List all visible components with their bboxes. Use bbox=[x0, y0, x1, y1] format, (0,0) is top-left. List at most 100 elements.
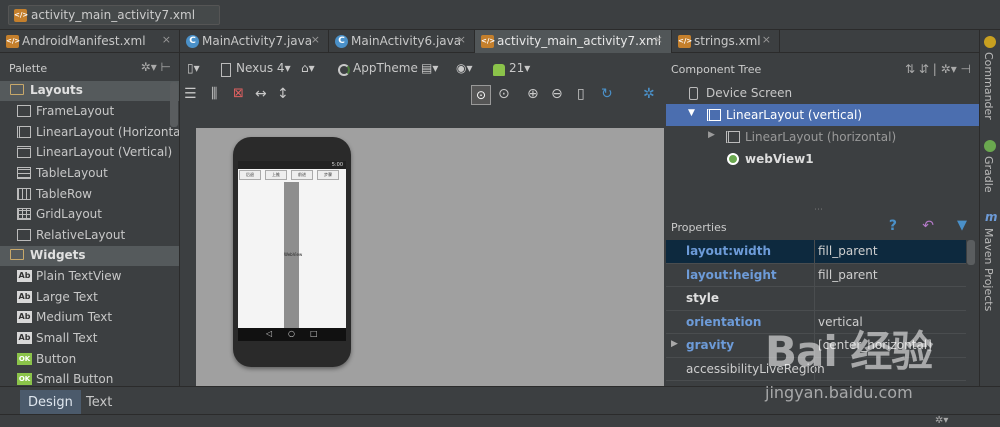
property-key: style bbox=[686, 291, 719, 305]
tab-design[interactable]: Design bbox=[20, 390, 81, 414]
close-icon[interactable]: × bbox=[762, 33, 771, 46]
palette-item[interactable]: FrameLayout bbox=[0, 101, 179, 122]
android-icon bbox=[493, 64, 505, 76]
watermark-url: jingyan.baidu.com bbox=[765, 383, 913, 402]
palette-item[interactable]: Ab Plain TextView bbox=[0, 266, 179, 287]
linearlayout-horizontal-preview[interactable]: 后退 上推 前进 步骤 bbox=[239, 170, 345, 181]
palette-item[interactable]: RelativeLayout bbox=[0, 225, 179, 246]
tab-mainactivity6[interactable]: C MainActivity6.java × bbox=[329, 30, 475, 53]
linearlayout-vertical-icon bbox=[17, 146, 31, 159]
preview-button[interactable]: 上推 bbox=[265, 170, 287, 180]
close-icon[interactable]: × bbox=[311, 33, 320, 46]
linearlayout-icon bbox=[707, 109, 721, 121]
property-row[interactable]: style bbox=[666, 287, 966, 311]
clear-icon[interactable]: ⊠ bbox=[233, 86, 244, 101]
palette-item[interactable]: LinearLayout (Horizontal) bbox=[0, 122, 179, 143]
tab-text[interactable]: Text bbox=[78, 390, 120, 414]
palette-group-layouts[interactable]: Layouts bbox=[0, 81, 179, 101]
gradle-tool-button[interactable]: Gradle bbox=[982, 156, 995, 193]
expand-icon[interactable]: ▶ bbox=[708, 130, 715, 140]
close-icon[interactable]: × bbox=[654, 33, 663, 46]
tree-row-webview[interactable]: webView1 bbox=[666, 148, 979, 170]
columns-icon[interactable]: ⫼ bbox=[211, 86, 217, 102]
help-icon[interactable]: ? bbox=[889, 218, 897, 234]
tree-row-linearlayout-vertical[interactable]: ▼ LinearLayout (vertical) bbox=[666, 104, 979, 126]
tree-label: LinearLayout (vertical) bbox=[726, 108, 863, 122]
editor-tab-bar: </> AndroidManifest.xml × C MainActivity… bbox=[0, 30, 980, 53]
palette-item[interactable]: LinearLayout (Vertical) bbox=[0, 142, 179, 163]
tab-strings[interactable]: </> strings.xml × bbox=[672, 30, 780, 53]
properties-header: Properties ? ↶ ▼ bbox=[666, 215, 979, 240]
palette-item[interactable]: GridLayout bbox=[0, 204, 179, 225]
canvas-toolbar-secondary: ☰ ⫼ ⊠ ↔ ↕ ⊙ ⊙ ⊕ ⊖ ▯ ↻ ✲ bbox=[181, 85, 665, 107]
fit-height-icon[interactable]: ↕ bbox=[277, 86, 289, 102]
zoom-out-icon[interactable]: ⊖ bbox=[551, 86, 563, 102]
new-file-icon[interactable]: ▯▾ bbox=[187, 61, 200, 75]
tree-row-linearlayout-horizontal[interactable]: ▶ LinearLayout (horizontal) bbox=[666, 126, 979, 148]
tree-label: LinearLayout (horizontal) bbox=[745, 130, 897, 144]
zoom-actual-icon[interactable]: ⊙ bbox=[498, 86, 510, 102]
expand-icon[interactable]: ▶ bbox=[671, 339, 678, 349]
splitter-handle[interactable]: ⋯ bbox=[814, 205, 823, 215]
gear-icon[interactable]: ✲▾ bbox=[141, 60, 157, 74]
palette-item[interactable]: Ab Large Text bbox=[0, 287, 179, 308]
palette-item[interactable]: OK Small Button bbox=[0, 369, 179, 386]
property-key: layout:width bbox=[686, 244, 772, 258]
palette-item[interactable]: Ab Small Text bbox=[0, 328, 179, 349]
refresh-icon[interactable]: ↻ bbox=[601, 86, 613, 102]
tab-mainactivity7[interactable]: C MainActivity7.java × bbox=[180, 30, 329, 53]
menu-icon[interactable]: ☰ bbox=[184, 86, 197, 102]
item-label: Button bbox=[36, 351, 77, 366]
commander-tool-button[interactable]: Commander bbox=[982, 52, 995, 120]
theme-dropdown[interactable]: AppTheme bbox=[353, 61, 418, 75]
filter-icon[interactable]: ▼ bbox=[957, 218, 967, 233]
preview-button[interactable]: 后退 bbox=[239, 170, 261, 180]
palette-item[interactable]: Ab Medium Text bbox=[0, 307, 179, 328]
palette-item[interactable]: TableLayout bbox=[0, 163, 179, 184]
expand-icon[interactable]: ▼ bbox=[688, 108, 695, 118]
undo-icon[interactable]: ↶ bbox=[922, 218, 934, 234]
fit-width-icon[interactable]: ↔ bbox=[255, 86, 267, 102]
item-label: FrameLayout bbox=[36, 104, 115, 118]
close-icon[interactable]: × bbox=[457, 33, 466, 46]
device-dropdown[interactable]: Nexus 4▾ bbox=[236, 61, 291, 75]
palette-group-widgets[interactable]: Widgets bbox=[0, 245, 179, 266]
property-row[interactable]: layout:height fill_parent bbox=[666, 263, 966, 287]
locale-icon[interactable]: ◉▾ bbox=[456, 61, 473, 75]
property-key: gravity bbox=[686, 338, 735, 352]
property-value[interactable]: fill_parent bbox=[818, 244, 878, 258]
tab-label: activity_main_activity7.xml bbox=[497, 34, 662, 48]
tab-label: AndroidManifest.xml bbox=[22, 34, 146, 48]
screenshot-icon[interactable]: ▯ bbox=[577, 86, 585, 102]
tab-label: strings.xml bbox=[694, 34, 761, 48]
zoom-fit-icon[interactable]: ⊙ bbox=[471, 85, 491, 105]
pin-icon[interactable]: ⊢ bbox=[161, 60, 171, 74]
java-class-icon: C bbox=[186, 35, 199, 48]
textview-icon: Ab bbox=[17, 331, 32, 344]
preview-button[interactable]: 前进 bbox=[291, 170, 313, 180]
maven-icon: m bbox=[985, 210, 998, 224]
api-label: 21 bbox=[509, 61, 525, 75]
maven-tool-button[interactable]: Maven Projects bbox=[982, 228, 995, 311]
tab-androidmanifest[interactable]: </> AndroidManifest.xml × bbox=[0, 30, 180, 53]
palette-scrollbar[interactable] bbox=[170, 82, 178, 127]
settings-icon[interactable]: ✲ bbox=[643, 86, 655, 102]
property-value[interactable]: fill_parent bbox=[818, 268, 878, 282]
palette-item[interactable]: TableRow bbox=[0, 184, 179, 205]
api-dropdown[interactable]: 21▾ bbox=[509, 61, 530, 75]
close-icon[interactable]: × bbox=[162, 33, 171, 46]
palette-item[interactable]: OK Button bbox=[0, 349, 179, 370]
properties-scrollbar[interactable] bbox=[967, 240, 975, 265]
webview-preview[interactable]: WebView bbox=[284, 182, 302, 328]
orientation-icon[interactable]: ⌂▾ bbox=[301, 61, 315, 75]
component-tree-title: Component Tree bbox=[671, 63, 762, 76]
activity-icon[interactable]: ▤▾ bbox=[421, 61, 438, 75]
item-label: RelativeLayout bbox=[36, 228, 126, 243]
preview-button[interactable]: 步骤 bbox=[317, 170, 339, 180]
breadcrumb[interactable]: </> activity_main_activity7.xml bbox=[8, 5, 221, 25]
tab-activity-main-activity7[interactable]: </> activity_main_activity7.xml × bbox=[475, 30, 672, 53]
tree-row-device-screen[interactable]: Device Screen bbox=[666, 82, 979, 104]
zoom-in-icon[interactable]: ⊕ bbox=[527, 86, 539, 102]
tree-tools[interactable]: ⇅ ⇵ | ✲▾ ⊣ bbox=[905, 62, 971, 76]
property-row[interactable]: layout:width fill_parent bbox=[666, 240, 966, 264]
